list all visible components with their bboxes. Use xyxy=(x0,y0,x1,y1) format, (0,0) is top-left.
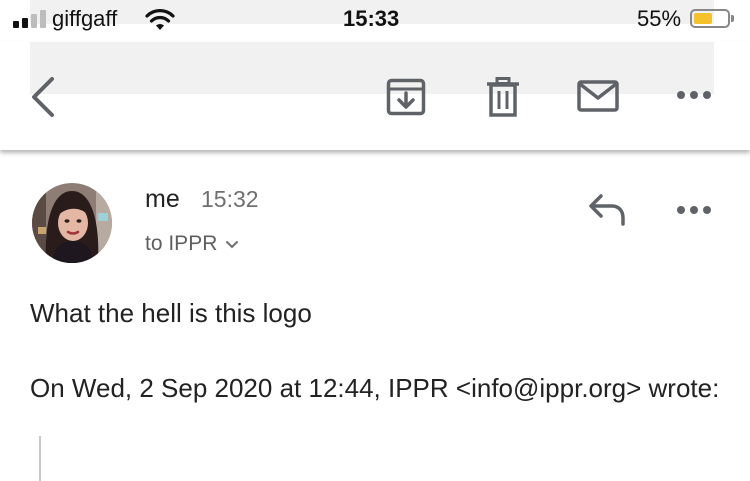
quote-indicator-bar xyxy=(39,436,41,481)
chevron-down-icon xyxy=(225,232,239,256)
back-button[interactable] xyxy=(28,76,58,123)
battery-percentage: 55% xyxy=(637,6,682,31)
trash-icon xyxy=(487,77,519,117)
recipient-details-toggle[interactable]: to IPPR xyxy=(145,232,239,256)
wifi-icon xyxy=(145,9,175,36)
status-bar: giffgaff 15:33 55% xyxy=(0,0,750,42)
battery-level-fill xyxy=(694,13,712,24)
message-time: 15:32 xyxy=(201,186,259,212)
archive-icon xyxy=(386,78,426,116)
message-body: What the hell is this logo xyxy=(30,298,312,328)
recipient-label: to IPPR xyxy=(145,232,218,255)
quoted-reply-header: On Wed, 2 Sep 2020 at 12:44, IPPR <info@… xyxy=(30,373,720,403)
mark-unread-button[interactable] xyxy=(577,80,619,117)
avatar-portrait xyxy=(32,183,112,263)
message-more-options-button[interactable] xyxy=(675,203,713,221)
status-time: 15:33 xyxy=(343,6,400,31)
back-arrow-icon xyxy=(32,77,54,117)
archive-button[interactable] xyxy=(386,78,426,121)
message-toolbar xyxy=(0,42,750,150)
more-options-button[interactable] xyxy=(675,88,713,106)
battery-nub xyxy=(731,15,734,22)
more-icon xyxy=(677,206,711,214)
signal-strength-icon xyxy=(13,10,47,28)
reply-button[interactable] xyxy=(588,194,626,231)
reply-icon xyxy=(589,194,625,226)
more-icon xyxy=(677,91,711,99)
delete-button[interactable] xyxy=(486,77,520,122)
battery-icon xyxy=(690,9,734,28)
sender-avatar[interactable] xyxy=(32,183,112,263)
mail-icon xyxy=(577,80,619,112)
carrier-name: giffgaff xyxy=(52,6,118,31)
sender-name: me xyxy=(145,185,180,213)
